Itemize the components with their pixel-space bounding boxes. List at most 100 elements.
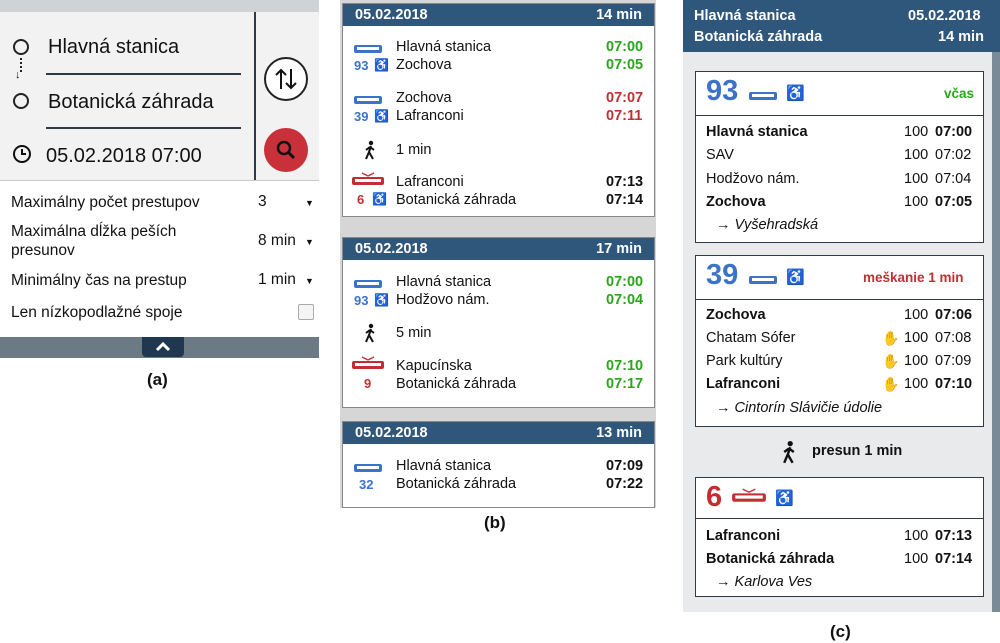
stop-time: 07:00	[935, 124, 973, 140]
caption-a: (a)	[147, 370, 168, 389]
stop-from: Hlavná stanica	[396, 274, 492, 290]
low-floor-checkbox[interactable]	[298, 304, 314, 320]
stop-from: Hlavná stanica	[396, 39, 492, 55]
route-number: 93	[354, 58, 369, 73]
route-dots-icon	[20, 58, 24, 72]
wheelchair-icon: ♿	[374, 109, 389, 123]
wheelchair-icon: ♿	[372, 192, 387, 206]
stop-platform: 100	[904, 330, 929, 346]
min-transfer-select[interactable]: 1 min	[258, 271, 296, 289]
stop-time: 07:09	[935, 353, 972, 369]
stop-name: Botanická záhrada	[706, 551, 835, 567]
route-number: 32	[359, 477, 374, 492]
stop-platform: 100	[904, 353, 929, 369]
route-number: 9	[364, 376, 372, 391]
stop-from: Zochova	[396, 90, 452, 106]
wheelchair-icon: ♿	[775, 490, 794, 507]
leg-route-number: 93	[706, 75, 739, 107]
stop-name: Lafranconi	[706, 528, 781, 544]
form-vertical-divider	[254, 12, 256, 180]
walk-icon	[363, 323, 377, 348]
departure-time: 07:10	[606, 358, 644, 374]
wheelchair-icon: ♿	[374, 58, 389, 72]
result-date: 05.02.2018	[355, 7, 428, 23]
walk-duration: 1 min	[396, 142, 432, 158]
tram-icon	[350, 356, 386, 377]
stop-time: 07:02	[935, 147, 972, 163]
destination-marker-icon	[13, 93, 29, 109]
bus-icon	[748, 89, 778, 107]
stop-name: Lafranconi	[706, 376, 781, 392]
stop-time: 07:13	[935, 528, 973, 544]
search-button[interactable]	[264, 128, 308, 172]
stop-to: Botanická záhrada	[396, 192, 517, 208]
stop-name: Zochova	[706, 194, 766, 210]
detail-to: Botanická záhrada	[694, 29, 823, 45]
bus-icon	[748, 273, 778, 291]
stop-name: Hodžovo nám.	[706, 171, 800, 187]
stop-platform: 100	[904, 528, 929, 544]
result-duration: 14 min	[596, 7, 642, 23]
wheelchair-icon: ♿	[786, 85, 805, 102]
destination-field[interactable]: Botanická záhrada	[48, 91, 214, 114]
caption-c: (c)	[830, 622, 851, 641]
stop-to: Botanická záhrada	[396, 376, 517, 392]
panel-a-top-bar	[0, 0, 319, 12]
leg-route-number: 39	[706, 259, 739, 291]
arrival-time: 07:14	[606, 192, 644, 208]
max-walk-select[interactable]: 8 min	[258, 232, 296, 250]
stop-name: Park kultúry	[706, 353, 783, 369]
stop-name: SAV	[706, 147, 734, 163]
result-date: 05.02.2018	[355, 425, 428, 441]
datetime-field[interactable]: 05.02.2018 07:00	[46, 145, 202, 168]
stop-time: 07:05	[935, 194, 973, 210]
dropdown-caret-icon[interactable]: ▼	[305, 198, 314, 208]
result-duration: 17 min	[596, 241, 642, 257]
stop-platform: 100	[904, 376, 929, 392]
dropdown-caret-icon[interactable]: ▼	[305, 276, 314, 286]
origin-field[interactable]: Hlavná stanica	[48, 36, 179, 59]
swap-icon	[275, 68, 297, 90]
stop-time: 07:08	[935, 330, 972, 346]
result-header: 05.02.2018 17 min	[343, 238, 654, 260]
stop-to: Lafranconi	[396, 108, 464, 124]
stop-name: Chatam Sófer	[706, 330, 796, 346]
leg-direction: → Cintorín Slávičie údolie	[716, 400, 883, 416]
departure-time: 07:00	[606, 39, 644, 55]
detail-from: Hlavná stanica	[694, 8, 796, 24]
arrival-time: 07:22	[606, 476, 644, 492]
stop-to: Botanická záhrada	[396, 476, 517, 492]
dropdown-caret-icon[interactable]: ▼	[305, 237, 314, 247]
collapse-options-button[interactable]	[142, 337, 184, 357]
stop-to: Zochova	[396, 57, 452, 73]
departure-time: 07:13	[606, 174, 644, 190]
wheelchair-icon: ♿	[786, 269, 805, 286]
walk-icon	[780, 440, 798, 469]
route-number: 6	[357, 192, 365, 207]
option-label-low-floor: Len nízkopodlažné spoje	[11, 304, 183, 321]
request-stop-hand-icon: ✋	[882, 376, 900, 392]
walk-icon	[363, 140, 377, 165]
stop-platform: 100	[904, 147, 929, 163]
leg-direction: → Vyšehradská	[716, 217, 819, 233]
route-number: 93	[354, 293, 369, 308]
request-stop-hand-icon: ✋	[882, 353, 900, 369]
departure-time: 07:09	[606, 458, 644, 474]
max-transfers-select[interactable]: 3	[258, 193, 267, 211]
walk-duration: 5 min	[396, 325, 432, 341]
stop-platform: 100	[904, 124, 929, 140]
leg-direction: → Karlova Ves	[716, 574, 813, 590]
swap-stops-button[interactable]	[264, 57, 308, 101]
caption-b: (b)	[484, 513, 506, 532]
tram-icon	[350, 172, 386, 193]
arrival-time: 07:04	[606, 292, 644, 308]
stop-time: 07:14	[935, 551, 973, 567]
stop-platform: 100	[904, 194, 929, 210]
arrival-time: 07:17	[606, 376, 644, 392]
stop-platform: 100	[904, 307, 929, 323]
stop-from: Lafranconi	[396, 174, 464, 190]
stop-from: Hlavná stanica	[396, 458, 492, 474]
stop-time: 07:04	[935, 171, 972, 187]
leg-status: meškanie 1 min	[863, 270, 964, 285]
result-header: 05.02.2018 14 min	[343, 4, 654, 26]
